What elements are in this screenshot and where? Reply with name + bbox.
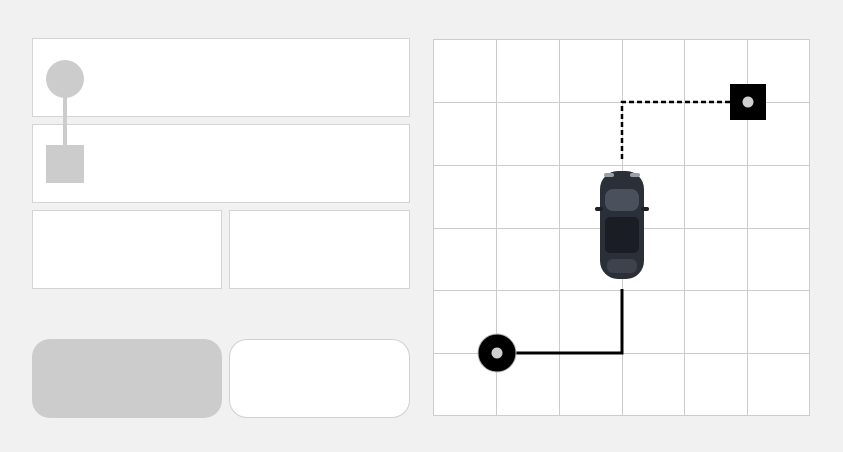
map-grid-canvas [433, 39, 810, 416]
primary-action-button[interactable] [32, 339, 222, 418]
destination-pin-icon[interactable] [730, 84, 766, 120]
detail-field-right[interactable] [229, 210, 410, 289]
destination-row[interactable] [32, 124, 410, 203]
origin-row[interactable] [32, 38, 410, 117]
origin-circle-icon [46, 60, 84, 98]
detail-field-left[interactable] [32, 210, 222, 289]
destination-square-icon [46, 145, 84, 183]
map-view[interactable] [433, 39, 810, 416]
origin-pin-icon[interactable] [477, 333, 517, 373]
car-icon [595, 171, 649, 279]
secondary-action-button[interactable] [229, 339, 410, 418]
